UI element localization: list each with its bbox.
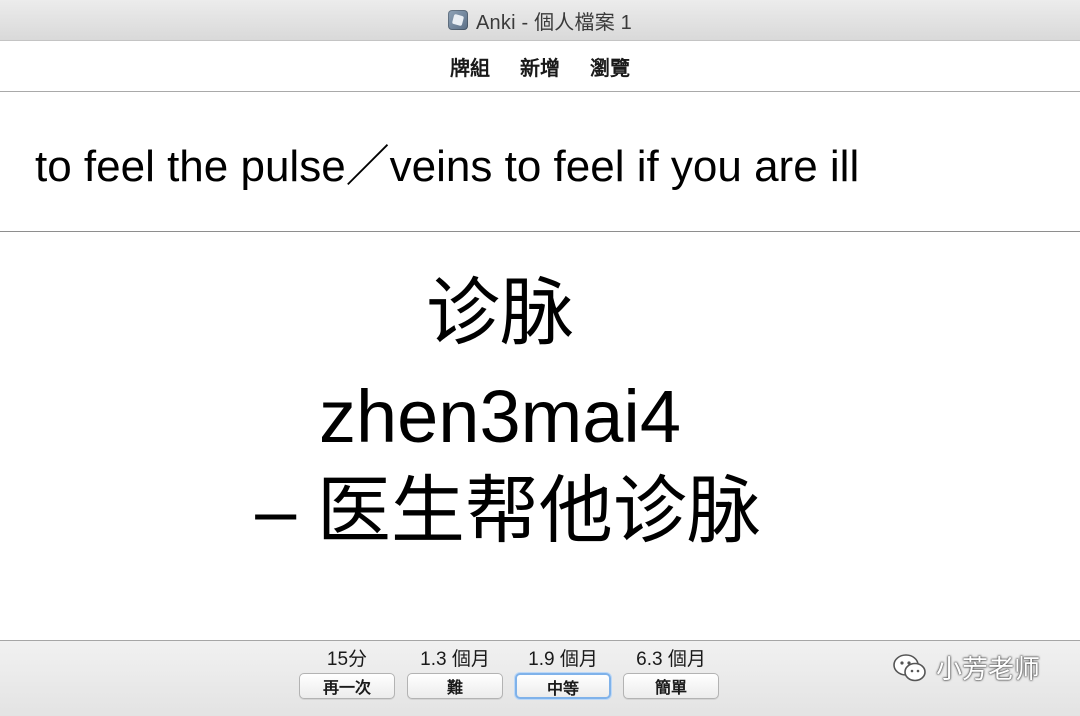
card-answer-area: 诊脉 zhen3mai4 – 医生帮他诊脉 (0, 232, 1080, 640)
answer-bar: 15分 再一次 1.3 個月 難 1.9 個月 中等 6.3 個月 簡單 小芳老… (0, 640, 1080, 716)
answer-example: – 医生帮他诊脉 (255, 469, 761, 552)
card-question-area: to feel the pulse／veins to feel if you a… (0, 92, 1080, 232)
title-bar[interactable]: Anki - 個人檔案 1 (0, 0, 1080, 41)
watermark-text: 小芳老师 (936, 654, 1041, 684)
interval-hard: 1.3 個月 (420, 649, 490, 670)
ease-buttons: 15分 再一次 1.3 個月 難 1.9 個月 中等 6.3 個月 簡單 (298, 647, 720, 699)
interval-easy: 6.3 個月 (636, 649, 706, 670)
interval-good: 1.9 個月 (528, 649, 598, 670)
window-title: Anki - 個人檔案 1 (476, 11, 632, 34)
wechat-icon (893, 653, 926, 681)
toolbar-add[interactable]: 新增 (520, 50, 560, 83)
toolbar-decks[interactable]: 牌組 (450, 50, 490, 83)
interval-again: 15分 (326, 649, 368, 670)
ease-option-again: 15分 再一次 (298, 647, 396, 699)
answer-pinyin: zhen3mai4 (318, 375, 681, 458)
toolbar-browse[interactable]: 瀏覽 (590, 50, 630, 83)
main-toolbar: 牌組 新增 瀏覽 (0, 41, 1080, 92)
again-button[interactable]: 再一次 (299, 673, 395, 699)
anki-window: Anki - 個人檔案 1 牌組 新增 瀏覽 to feel the pulse… (0, 0, 1080, 716)
ease-option-hard: 1.3 個月 難 (406, 647, 504, 699)
good-button[interactable]: 中等 (515, 673, 611, 699)
answer-word: 诊脉 (426, 271, 574, 354)
watermark: 小芳老师 (892, 649, 1040, 686)
card-question: to feel the pulse／veins to feel if you a… (35, 141, 860, 191)
easy-button[interactable]: 簡單 (623, 673, 719, 699)
anki-icon (448, 10, 469, 30)
ease-option-good: 1.9 個月 中等 (514, 647, 612, 699)
hard-button[interactable]: 難 (407, 673, 503, 699)
ease-option-easy: 6.3 個月 簡單 (622, 647, 720, 699)
